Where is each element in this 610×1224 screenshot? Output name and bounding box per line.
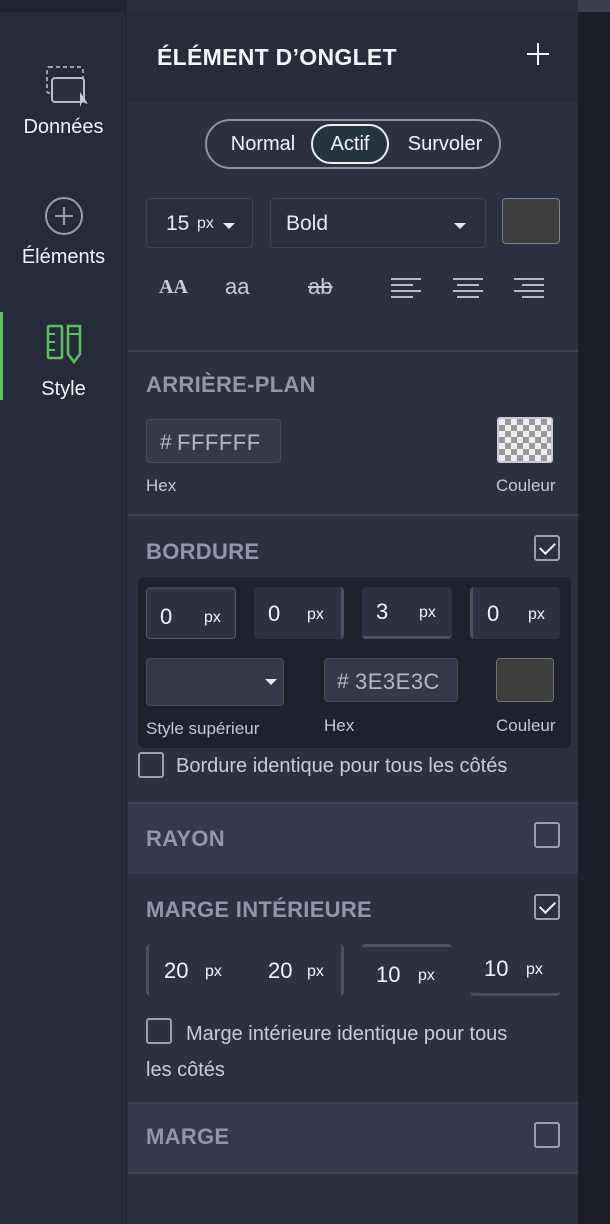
font-size-value: 15 <box>166 212 190 235</box>
border-right-unit: px <box>307 606 324 623</box>
background-color-label: Couleur <box>496 476 556 495</box>
radius-section-title: RAYON <box>146 826 225 851</box>
hex-hash: # <box>160 431 172 454</box>
border-top-value: 0 <box>160 604 173 629</box>
padding-left-value: 10 <box>484 956 509 981</box>
lowercase-button[interactable]: aa <box>225 274 249 300</box>
sidebar-item-label: Style <box>41 378 86 400</box>
border-right-value: 0 <box>268 601 281 626</box>
radius-enabled-checkbox[interactable] <box>534 822 560 848</box>
panel-header: ÉLÉMENT D’ONGLET <box>128 12 578 102</box>
radius-section: RAYON <box>128 802 578 874</box>
sidebar-item-elements[interactable]: Éléments <box>0 196 127 269</box>
padding-same-all-checkbox[interactable] <box>146 1018 172 1044</box>
border-bottom-input[interactable]: 3 px <box>362 587 452 639</box>
strikethrough-button[interactable]: ab <box>308 274 332 300</box>
border-right-input[interactable]: 0 px <box>254 587 344 639</box>
data-selection-icon <box>45 66 88 107</box>
padding-right-value: 20 <box>268 958 293 983</box>
plus-icon[interactable] <box>524 40 552 68</box>
chevron-down-icon <box>265 679 277 685</box>
plus-circle-icon <box>44 197 83 235</box>
font-size-select[interactable]: 15 px <box>146 198 253 248</box>
padding-right-unit: px <box>307 963 324 980</box>
ruler-pencil-icon <box>46 324 81 364</box>
panel-title: ÉLÉMENT D’ONGLET <box>157 44 397 70</box>
border-color-label: Couleur <box>496 716 556 735</box>
style-panel: ÉLÉMENT D’ONGLET Normal Actif Survoler 1… <box>128 12 578 1224</box>
uppercase-button[interactable]: AA <box>159 276 188 299</box>
border-left-unit: px <box>528 606 545 623</box>
margin-section: MARGE <box>128 1102 578 1174</box>
font-weight-value: Bold <box>286 212 329 235</box>
border-same-all-checkbox[interactable] <box>138 752 164 778</box>
padding-top-value: 20 <box>164 958 189 983</box>
background-hex-value: FFFFFF <box>177 430 261 455</box>
section-divider <box>128 802 578 804</box>
border-section-title: BORDURE <box>146 539 260 564</box>
state-actif-option[interactable]: Actif <box>311 124 389 164</box>
padding-section-title: MARGE INTÉRIEURE <box>146 897 373 922</box>
padding-enabled-checkbox[interactable] <box>534 894 560 920</box>
state-segmented-control: Normal Actif Survoler <box>205 119 501 169</box>
text-color-swatch[interactable] <box>502 198 560 244</box>
sidebar-item-style[interactable]: Style <box>0 312 127 401</box>
font-size-unit: px <box>197 215 214 232</box>
canvas-edge <box>578 0 610 1224</box>
section-divider <box>128 1102 578 1104</box>
chevron-down-icon <box>454 223 466 229</box>
padding-left-input[interactable]: 10 px <box>470 944 560 996</box>
border-bottom-value: 3 <box>376 599 389 624</box>
border-top-input[interactable]: 0 px <box>146 587 236 639</box>
padding-same-all-label-line2: les côtés <box>146 1059 225 1081</box>
state-survoler-option[interactable]: Survoler <box>391 124 499 164</box>
align-center-icon[interactable] <box>453 278 483 298</box>
sidebar-item-label: Données <box>23 116 104 138</box>
padding-bottom-unit: px <box>418 967 435 984</box>
padding-left-unit: px <box>526 961 543 978</box>
font-weight-select[interactable]: Bold <box>270 198 486 248</box>
border-enabled-checkbox[interactable] <box>534 535 560 561</box>
margin-enabled-checkbox[interactable] <box>534 1122 560 1148</box>
section-divider <box>128 514 578 516</box>
padding-same-all-label-line1: Marge intérieure identique pour tous <box>186 1023 508 1045</box>
state-normal-option[interactable]: Normal <box>213 124 313 164</box>
sidebar-item-label: Éléments <box>21 246 106 268</box>
border-hex-input[interactable]: # 3E3E3C <box>324 658 458 702</box>
padding-bottom-input[interactable]: 10 px <box>362 944 452 996</box>
sidebar-item-donnees[interactable]: Données <box>0 64 127 139</box>
chevron-down-icon <box>223 223 235 229</box>
border-top-unit: px <box>204 609 221 626</box>
padding-right-input[interactable]: 20 px <box>254 944 344 996</box>
border-style-select[interactable] <box>146 658 284 706</box>
canvas-edge-strip <box>578 0 610 12</box>
border-same-all-label: Bordure identique pour tous les côtés <box>176 755 508 777</box>
margin-section-title: MARGE <box>146 1124 230 1149</box>
left-sidebar: Données Éléments Style <box>0 0 127 1224</box>
border-left-value: 0 <box>487 601 500 626</box>
padding-top-unit: px <box>205 963 222 980</box>
border-bottom-unit: px <box>419 604 436 621</box>
background-hex-label: Hex <box>146 476 177 495</box>
hex-hash: # <box>337 670 349 693</box>
align-right-icon[interactable] <box>514 278 544 298</box>
background-hex-input[interactable]: # FFFFFF <box>146 419 281 463</box>
padding-top-input[interactable]: 20 px <box>146 944 236 996</box>
background-color-swatch[interactable] <box>497 417 553 463</box>
section-divider <box>128 350 578 352</box>
align-left-icon[interactable] <box>391 278 421 298</box>
border-left-input[interactable]: 0 px <box>470 587 560 639</box>
background-section-title: ARRIÈRE-PLAN <box>146 372 316 397</box>
border-hex-label: Hex <box>324 716 355 735</box>
border-style-label: Style supérieur <box>146 719 260 738</box>
padding-bottom-value: 10 <box>376 962 401 987</box>
section-divider <box>128 1172 578 1174</box>
sidebar-top-strip <box>0 0 127 12</box>
border-color-swatch[interactable] <box>496 658 554 702</box>
border-hex-value: 3E3E3C <box>355 669 440 694</box>
